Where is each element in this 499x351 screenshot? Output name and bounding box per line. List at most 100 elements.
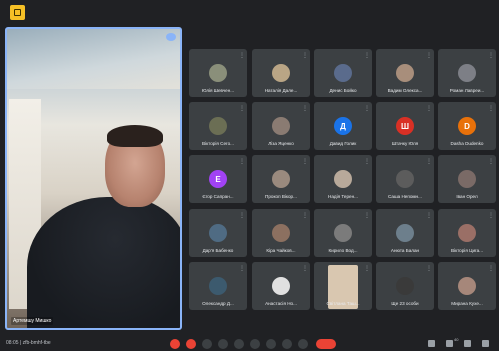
more-options-icon[interactable]: ⋮	[426, 158, 432, 165]
more-options-icon[interactable]: ⋮	[239, 52, 245, 59]
panel-icon	[14, 9, 21, 16]
raise-hand-button[interactable]	[250, 339, 260, 349]
info-icon[interactable]	[428, 340, 435, 347]
participant-tile[interactable]: ⋮ Кіра Чайков...	[252, 209, 310, 257]
participant-name: Надія Терен...	[328, 194, 358, 199]
more-options-icon[interactable]: ⋮	[488, 212, 494, 219]
reactions-button[interactable]	[218, 339, 228, 349]
presenter-name: Артемшу Мишко	[11, 317, 54, 325]
more-options-icon[interactable]: ⋮	[364, 265, 370, 272]
more-options-button[interactable]	[266, 339, 276, 349]
participant-tile[interactable]: ⋮ Анастасія Но...	[252, 262, 310, 310]
more-options-icon[interactable]: ⋮	[302, 265, 308, 272]
more-options-icon[interactable]: ⋮	[426, 52, 432, 59]
participant-name: Світлана Таш...	[326, 301, 360, 306]
participant-name: Ліза Яценко	[268, 141, 294, 146]
participant-name: Дар'я Бабенко	[202, 248, 234, 253]
participant-avatar	[334, 170, 352, 188]
participant-name: Вікторія Сего...	[202, 141, 234, 146]
more-options-icon[interactable]: ⋮	[239, 158, 245, 165]
participant-tile[interactable]: ⋮ Надія Терен...	[314, 155, 372, 203]
bottom-bar: 08:05 | zfb-bmhf-tbe 40	[0, 336, 499, 351]
participant-avatar	[458, 170, 476, 188]
more-options-icon[interactable]: ⋮	[239, 212, 245, 219]
camera-off-button[interactable]	[186, 339, 196, 349]
participant-tile[interactable]: ⋮ Олександр Д...	[189, 262, 247, 310]
captions-button[interactable]	[202, 339, 212, 349]
participant-avatar	[209, 224, 227, 242]
participant-tile[interactable]: Ш ⋮ Штачку Юля	[376, 102, 434, 150]
participant-tile[interactable]: ⋮ Ще 23 особи	[376, 262, 434, 310]
meeting-time-code: 08:05 | zfb-bmhf-tbe	[6, 340, 51, 346]
more-options-icon[interactable]: ⋮	[239, 105, 245, 112]
more-options-icon[interactable]: ⋮	[302, 52, 308, 59]
participant-name: Анастасія Но...	[265, 301, 297, 306]
settings-button[interactable]	[282, 339, 292, 349]
participant-tile[interactable]: D ⋮ Dasha Dudenko	[438, 102, 496, 150]
participant-avatar	[396, 224, 414, 242]
participant-tile[interactable]: ⋮ Мирана Кухе...	[438, 262, 496, 310]
leave-call-button[interactable]	[316, 339, 336, 349]
participant-tile[interactable]: ⋮ Вікторія Цига...	[438, 209, 496, 257]
pin-icon[interactable]	[166, 33, 176, 41]
participant-tile[interactable]: ⋮ Дар'я Бабенко	[189, 209, 247, 257]
participant-name: Єгор Сапран...	[202, 194, 234, 199]
more-options-icon[interactable]: ⋮	[302, 105, 308, 112]
more-options-icon[interactable]: ⋮	[488, 105, 494, 112]
participant-avatar	[272, 170, 290, 188]
participant-name: Вікторія Цига...	[450, 248, 483, 253]
participant-avatar	[396, 277, 414, 295]
more-options-icon[interactable]: ⋮	[488, 52, 494, 59]
participant-avatar	[209, 117, 227, 135]
presenter-tile[interactable]: Артемшу Мишко	[5, 27, 182, 330]
participant-name: Роман Лавреи...	[449, 88, 485, 93]
participant-tile[interactable]: ⋮ Ліза Яценко	[252, 102, 310, 150]
more-options-icon[interactable]: ⋮	[364, 105, 370, 112]
participant-tile[interactable]: ⋮ Вікторія Сего...	[189, 102, 247, 150]
more-options-icon[interactable]: ⋮	[426, 212, 432, 219]
mic-off-button[interactable]	[170, 339, 180, 349]
participant-name: Денис Бойко	[329, 88, 357, 93]
participant-avatar	[334, 224, 352, 242]
app-badge[interactable]	[10, 5, 25, 20]
participant-tile[interactable]: ⋮ Юлія Шевчен...	[189, 49, 247, 97]
participant-tile[interactable]: ⋮ Анюта Балан	[376, 209, 434, 257]
more-options-icon[interactable]: ⋮	[302, 158, 308, 165]
participant-tile[interactable]: ⋮ Вадим Олекса...	[376, 49, 434, 97]
more-options-icon[interactable]: ⋮	[239, 265, 245, 272]
chat-icon[interactable]	[464, 340, 471, 347]
presenter-body	[27, 197, 180, 328]
participant-tile[interactable]: ⋮ Кирило Вод...	[314, 209, 372, 257]
more-options-icon[interactable]: ⋮	[488, 265, 494, 272]
participant-tile[interactable]: ⋮ Наталія Дале...	[252, 49, 310, 97]
participant-tile[interactable]: ⋮ Прокоп Вікор...	[252, 155, 310, 203]
more-options-icon[interactable]: ⋮	[426, 105, 432, 112]
presenter-background-ceiling	[7, 29, 180, 89]
view-button[interactable]	[298, 339, 308, 349]
participant-name: Анюта Балан	[390, 248, 420, 253]
participant-name: Давид Голик	[329, 141, 357, 146]
participant-avatar: Е	[209, 170, 227, 188]
more-options-icon[interactable]: ⋮	[364, 158, 370, 165]
participants-count: 40	[454, 337, 459, 342]
participant-name: Кіра Чайков...	[266, 248, 296, 253]
participant-tile[interactable]: Е ⋮ Єгор Сапран...	[189, 155, 247, 203]
present-button[interactable]	[234, 339, 244, 349]
participant-avatar	[272, 224, 290, 242]
people-icon[interactable]	[446, 340, 453, 347]
participant-avatar: Д	[334, 117, 352, 135]
participant-tile[interactable]: Д ⋮ Давид Голик	[314, 102, 372, 150]
participant-tile[interactable]: ⋮ Роман Лавреи...	[438, 49, 496, 97]
participant-avatar	[272, 117, 290, 135]
more-options-icon[interactable]: ⋮	[364, 212, 370, 219]
participant-tile[interactable]: ⋮ Іван Орел	[438, 155, 496, 203]
activities-icon[interactable]	[482, 340, 489, 347]
more-options-icon[interactable]: ⋮	[364, 52, 370, 59]
more-options-icon[interactable]: ⋮	[426, 265, 432, 272]
more-options-icon[interactable]: ⋮	[488, 158, 494, 165]
participant-tile[interactable]: ⋮ Світлана Таш...	[314, 262, 372, 310]
participant-tile[interactable]: ⋮ Саша Непомн...	[376, 155, 434, 203]
more-options-icon[interactable]: ⋮	[302, 212, 308, 219]
participant-tile[interactable]: ⋮ Денис Бойко	[314, 49, 372, 97]
participant-name: Юлія Шевчен...	[201, 88, 235, 93]
